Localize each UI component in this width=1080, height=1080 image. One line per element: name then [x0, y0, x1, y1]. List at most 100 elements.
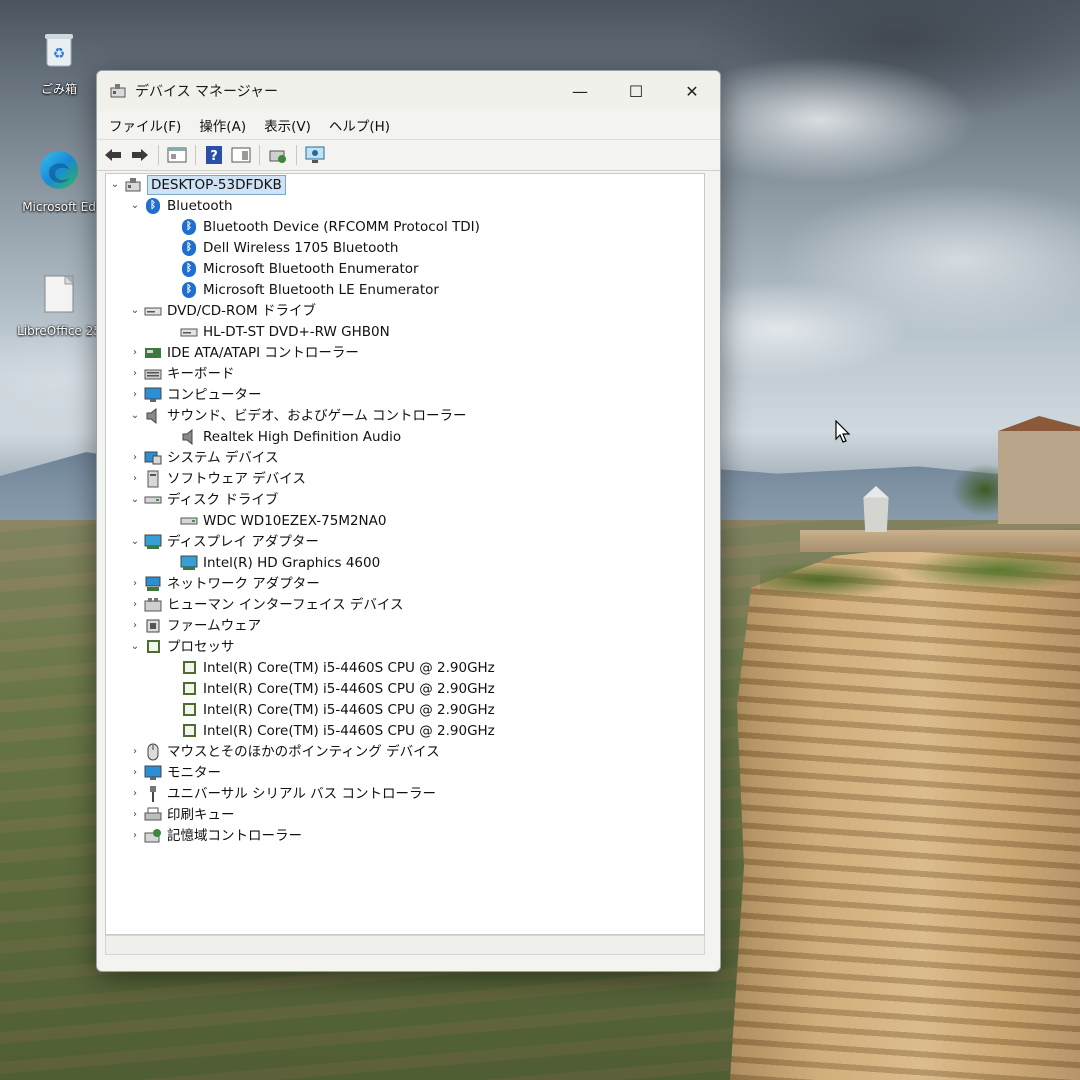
tree-item[interactable]: › コンピューター: [106, 384, 704, 405]
collapse-arrow-icon[interactable]: ⌄: [128, 410, 142, 421]
properties-icon: [167, 147, 187, 163]
tree-item[interactable]: ⌄ DESKTOP-53DFDKB: [106, 174, 704, 195]
tree-item[interactable]: › ユニバーサル シリアル バス コントローラー: [106, 783, 704, 804]
tree-item[interactable]: › ファームウェア: [106, 615, 704, 636]
tree-item[interactable]: ⌄ ディスプレイ アダプター: [106, 531, 704, 552]
tree-item[interactable]: WDC WD10EZEX-75M2NA0: [106, 510, 704, 531]
tree-item[interactable]: › 印刷キュー: [106, 804, 704, 825]
tree-item[interactable]: ⌄ DVD/CD-ROM ドライブ: [106, 300, 704, 321]
forward-button[interactable]: [128, 143, 152, 167]
view-button[interactable]: [229, 143, 253, 167]
scan-hardware-button[interactable]: [303, 143, 327, 167]
maximize-button[interactable]: ☐: [608, 71, 664, 111]
collapse-arrow-icon[interactable]: ⌄: [128, 641, 142, 652]
expand-arrow-icon[interactable]: ›: [128, 473, 142, 484]
tree-item-label: Intel(R) HD Graphics 4600: [203, 554, 381, 571]
expand-arrow-icon[interactable]: ›: [128, 368, 142, 379]
horizontal-scrollbar[interactable]: [105, 935, 705, 955]
disk-drive-icon: [180, 512, 198, 530]
desktop-icon-edge[interactable]: Microsoft Ed: [14, 148, 104, 214]
menu-bar: ファイル(F) 操作(A) 表示(V) ヘルプ(H): [97, 111, 720, 139]
tree-item-label: マウスとそのほかのポインティング デバイス: [167, 743, 440, 760]
desktop-icon-libreoffice[interactable]: LibreOffice 25: [14, 272, 104, 338]
help-button[interactable]: ?: [202, 143, 226, 167]
tree-item[interactable]: › 記憶域コントローラー: [106, 825, 704, 846]
tree-item-label: WDC WD10EZEX-75M2NA0: [203, 512, 387, 529]
expand-arrow-icon[interactable]: ›: [128, 578, 142, 589]
tree-item[interactable]: ᛒ Microsoft Bluetooth LE Enumerator: [106, 279, 704, 300]
tree-item-label: キーボード: [167, 365, 235, 382]
menu-help[interactable]: ヘルプ(H): [321, 115, 398, 135]
tree-item[interactable]: Realtek High Definition Audio: [106, 426, 704, 447]
tree-item[interactable]: HL-DT-ST DVD+-RW GHB0N: [106, 321, 704, 342]
collapse-arrow-icon[interactable]: ⌄: [128, 536, 142, 547]
tree-item[interactable]: ⌄ サウンド、ビデオ、およびゲーム コントローラー: [106, 405, 704, 426]
title-bar[interactable]: デバイス マネージャー — ☐ ✕: [97, 71, 720, 111]
device-tree[interactable]: ⌄ DESKTOP-53DFDKB ⌄ ᛒ Bluetooth ᛒ Bluetooth De…: [105, 173, 705, 935]
collapse-arrow-icon[interactable]: ⌄: [128, 494, 142, 505]
expand-arrow-icon[interactable]: ›: [128, 788, 142, 799]
usb-icon: [144, 785, 162, 803]
tree-item[interactable]: › ヒューマン インターフェイス デバイス: [106, 594, 704, 615]
tree-item[interactable]: Intel(R) HD Graphics 4600: [106, 552, 704, 573]
tree-item-label: Dell Wireless 1705 Bluetooth: [203, 239, 399, 256]
collapse-arrow-icon[interactable]: ⌄: [128, 305, 142, 316]
window-title: デバイス マネージャー: [135, 84, 279, 100]
tree-item[interactable]: ᛒ Microsoft Bluetooth Enumerator: [106, 258, 704, 279]
tree-item[interactable]: ᛒ Dell Wireless 1705 Bluetooth: [106, 237, 704, 258]
close-button[interactable]: ✕: [664, 71, 720, 111]
tree-item[interactable]: ⌄ プロセッサ: [106, 636, 704, 657]
bluetooth-icon: ᛒ: [180, 218, 198, 236]
expand-arrow-icon[interactable]: ›: [128, 809, 142, 820]
tree-item-label: コンピューター: [167, 386, 262, 403]
device-manager-window[interactable]: デバイス マネージャー — ☐ ✕ ファイル(F) 操作(A) 表示(V) ヘル…: [96, 70, 721, 972]
expand-arrow-icon[interactable]: ›: [128, 599, 142, 610]
tree-item[interactable]: ᛒ Bluetooth Device (RFCOMM Protocol TDI): [106, 216, 704, 237]
tree-item[interactable]: Intel(R) Core(TM) i5-4460S CPU @ 2.90GHz: [106, 720, 704, 741]
expand-arrow-icon[interactable]: ›: [128, 452, 142, 463]
menu-file[interactable]: ファイル(F): [101, 115, 189, 135]
forward-arrow-icon: [132, 149, 148, 161]
tree-item-label: Microsoft Bluetooth Enumerator: [203, 260, 419, 277]
libreoffice-icon: [44, 275, 74, 313]
expand-arrow-icon[interactable]: ›: [128, 746, 142, 757]
tree-item-label: Intel(R) Core(TM) i5-4460S CPU @ 2.90GHz: [203, 722, 495, 739]
svg-text:♻: ♻: [53, 46, 66, 62]
minimize-button[interactable]: —: [552, 71, 608, 111]
tree-item[interactable]: › モニター: [106, 762, 704, 783]
tree-item[interactable]: ⌄ ディスク ドライブ: [106, 489, 704, 510]
expand-arrow-icon[interactable]: ›: [128, 830, 142, 841]
tree-item[interactable]: › システム デバイス: [106, 447, 704, 468]
mouse-icon: [144, 743, 162, 761]
collapse-arrow-icon[interactable]: ⌄: [108, 179, 122, 190]
tree-item[interactable]: Intel(R) Core(TM) i5-4460S CPU @ 2.90GHz: [106, 657, 704, 678]
expand-arrow-icon[interactable]: ›: [128, 389, 142, 400]
tree-item[interactable]: Intel(R) Core(TM) i5-4460S CPU @ 2.90GHz: [106, 678, 704, 699]
tree-item-label: 記憶域コントローラー: [167, 827, 302, 844]
expand-arrow-icon[interactable]: ›: [128, 767, 142, 778]
processor-icon: [144, 638, 162, 656]
tree-item-label: HL-DT-ST DVD+-RW GHB0N: [203, 323, 390, 340]
back-button[interactable]: [101, 143, 125, 167]
monitor-icon: [144, 386, 162, 404]
properties-button[interactable]: [165, 143, 189, 167]
tree-item[interactable]: › ネットワーク アダプター: [106, 573, 704, 594]
tree-item[interactable]: ⌄ ᛒ Bluetooth: [106, 195, 704, 216]
menu-action[interactable]: 操作(A): [191, 115, 254, 135]
tree-item[interactable]: › キーボード: [106, 363, 704, 384]
tree-item-label: ネットワーク アダプター: [167, 575, 320, 592]
menu-view[interactable]: 表示(V): [256, 115, 319, 135]
expand-arrow-icon[interactable]: ›: [128, 347, 142, 358]
desktop-icon-recycle-bin[interactable]: ♻ ごみ箱: [14, 28, 104, 97]
tree-item[interactable]: Intel(R) Core(TM) i5-4460S CPU @ 2.90GHz: [106, 699, 704, 720]
toolbar-separator: [158, 145, 159, 165]
tree-item[interactable]: › ソフトウェア デバイス: [106, 468, 704, 489]
bluetooth-icon: ᛒ: [180, 239, 198, 257]
expand-arrow-icon[interactable]: ›: [128, 620, 142, 631]
tree-item[interactable]: › マウスとそのほかのポインティング デバイス: [106, 741, 704, 762]
ide-controller-icon: [144, 344, 162, 362]
collapse-arrow-icon[interactable]: ⌄: [128, 200, 142, 211]
tree-item-label: 印刷キュー: [167, 806, 235, 823]
update-driver-button[interactable]: [266, 143, 290, 167]
tree-item[interactable]: › IDE ATA/ATAPI コントローラー: [106, 342, 704, 363]
